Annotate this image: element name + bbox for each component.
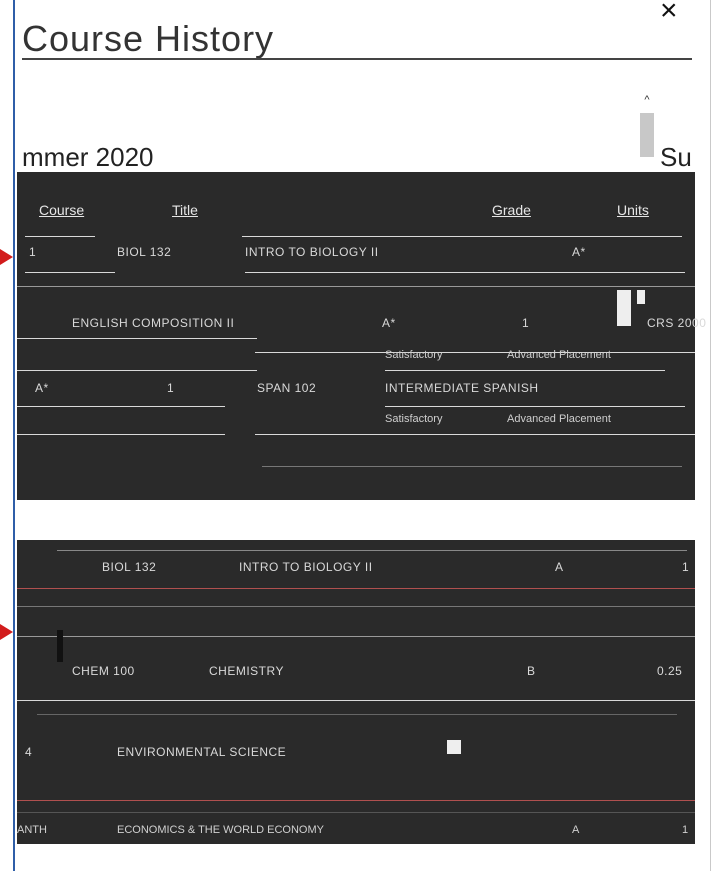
table-row-code: SPAN 102 — [257, 381, 317, 395]
table-row-grade: 1 — [522, 316, 530, 330]
table-row-status: Satisfactory — [385, 349, 443, 361]
close-icon[interactable]: × — [660, 0, 678, 28]
table-row-status: Satisfactory — [385, 413, 443, 425]
column-header-grade[interactable]: Grade — [492, 202, 531, 218]
table-row-units: 1 — [682, 560, 690, 574]
column-header-course[interactable]: Course — [39, 202, 84, 218]
table-row-title: ECONOMICS & THE WORLD ECONOMY — [117, 824, 324, 836]
table-row-code: BIOL 132 — [102, 560, 157, 574]
table-row-units: CRS 2000 — [647, 316, 707, 330]
table-row-grade: A* — [572, 245, 586, 259]
scroll-marker — [447, 740, 461, 754]
table-row-grade: A — [555, 560, 564, 574]
table-row-source: Advanced Placement — [507, 413, 611, 425]
column-header-units[interactable]: Units — [617, 202, 649, 218]
dialog-title: Course History — [22, 18, 275, 59]
term-heading: mmer 2020 — [22, 142, 154, 172]
table-row-grade: B — [527, 664, 536, 678]
scrollbar-thumb[interactable] — [640, 113, 654, 157]
table-row-code: ANTH — [17, 824, 47, 836]
table-row-code: 4 — [25, 745, 33, 759]
table-row-course: ENGLISH COMPOSITION II — [72, 316, 235, 330]
scroll-marker — [637, 290, 645, 304]
column-header-title[interactable]: Title — [172, 202, 198, 218]
table-row-title: INTRO TO BIOLOGY II — [239, 560, 373, 574]
table-row-course: 1 — [29, 245, 37, 259]
table-row-title: INTRO TO BIOLOGY II — [245, 245, 379, 259]
term-heading-right: Su — [660, 142, 692, 172]
table-row-units: 1 — [682, 824, 689, 836]
table-row-title: INTERMEDIATE SPANISH — [385, 381, 539, 395]
scroll-marker — [617, 290, 631, 326]
table-row-grade: A* — [35, 381, 49, 395]
table-row-code: CHEM 100 — [72, 664, 135, 678]
pointer-arrow-icon — [0, 624, 13, 640]
scroll-up-icon[interactable]: ^ — [640, 94, 654, 108]
title-divider — [22, 58, 692, 60]
table-row-units: 0.25 — [657, 664, 683, 678]
table-row-title: A* — [382, 316, 396, 330]
table-row-source: Advanced Placement — [507, 349, 611, 361]
table-row-grade: A — [572, 824, 580, 836]
table-row-title: CHEMISTRY — [209, 664, 284, 678]
table-row-units: 1 — [167, 381, 175, 395]
pointer-arrow-icon — [0, 249, 13, 265]
course-table-2: BIOL 132 INTRO TO BIOLOGY II A 1 CHEM 10… — [17, 540, 695, 844]
table-row-title: ENVIRONMENTAL SCIENCE — [117, 745, 287, 759]
course-table-1: Course Title Grade Units 1 BIOL 132 INTR… — [17, 172, 706, 500]
table-row-code: BIOL 132 — [117, 245, 172, 259]
